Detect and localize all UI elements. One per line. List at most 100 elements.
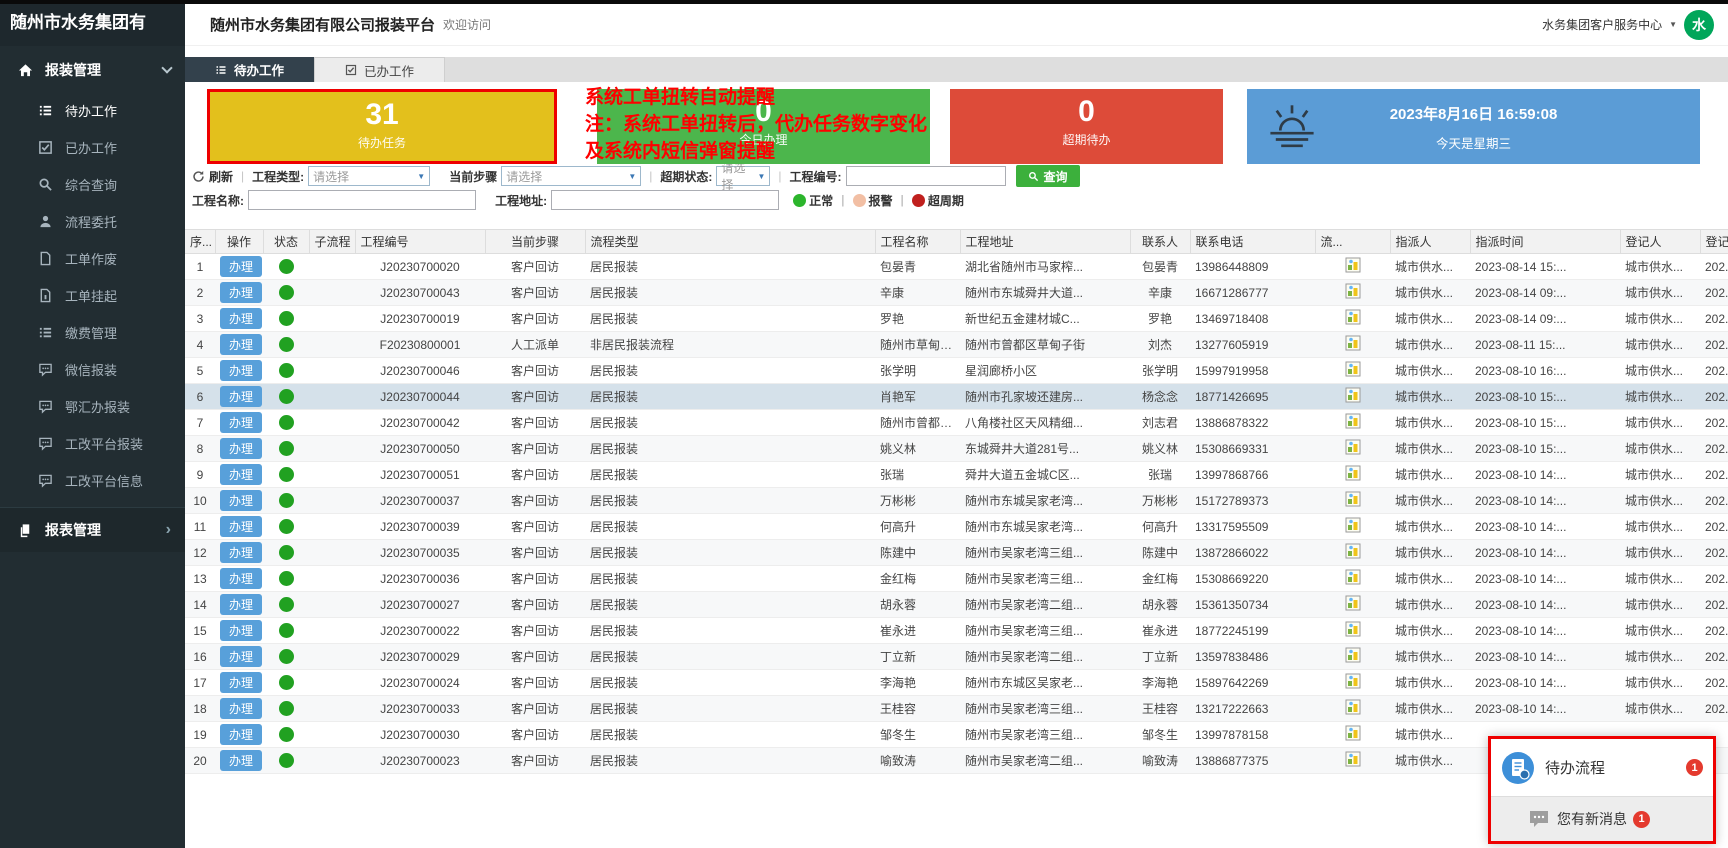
todo-flow-notification[interactable]: 待办流程 1 bbox=[1491, 739, 1713, 796]
user-menu[interactable]: 水务集团客户服务中心 ▼ 水 bbox=[1542, 10, 1728, 40]
refresh-button[interactable]: 刷新 bbox=[192, 168, 233, 185]
flow-chart-icon[interactable] bbox=[1345, 491, 1361, 507]
flow-chart-icon[interactable] bbox=[1345, 413, 1361, 429]
flow-chart-icon[interactable] bbox=[1345, 699, 1361, 715]
avatar[interactable]: 水 bbox=[1684, 10, 1714, 40]
flow-chart-icon[interactable] bbox=[1345, 673, 1361, 689]
flow-chart-icon[interactable] bbox=[1345, 335, 1361, 351]
project-name-input[interactable] bbox=[248, 190, 476, 210]
handle-button[interactable]: 办理 bbox=[220, 438, 262, 459]
table-row[interactable]: 17 办理 J20230700024 客户回访 居民报装 李海艳 随州市东城区吴… bbox=[185, 670, 1728, 696]
col-type[interactable]: 流程类型 bbox=[585, 230, 875, 254]
handle-button[interactable]: 办理 bbox=[220, 542, 262, 563]
flow-chart-icon[interactable] bbox=[1345, 595, 1361, 611]
search-button[interactable]: 查询 bbox=[1016, 165, 1080, 187]
col-registrar[interactable]: 登记人 bbox=[1620, 230, 1700, 254]
sidebar-item-todo-work[interactable]: 待办工作 bbox=[0, 92, 185, 129]
table-row[interactable]: 8 办理 J20230700050 客户回访 居民报装 姚义林 东城舜井大道28… bbox=[185, 436, 1728, 462]
handle-button[interactable]: 办理 bbox=[220, 386, 262, 407]
flow-chart-icon[interactable] bbox=[1345, 439, 1361, 455]
handle-button[interactable]: 办理 bbox=[220, 256, 262, 277]
table-row[interactable]: 14 办理 J20230700027 客户回访 居民报装 胡永蓉 随州市吴家老湾… bbox=[185, 592, 1728, 618]
sidebar-item-void-order[interactable]: 工单作废 bbox=[0, 240, 185, 277]
flow-chart-icon[interactable] bbox=[1345, 569, 1361, 585]
table-row[interactable]: 15 办理 J20230700022 客户回访 居民报装 崔永进 随州市吴家老湾… bbox=[185, 618, 1728, 644]
tab-done-work[interactable]: 已办工作 bbox=[314, 57, 445, 82]
handle-button[interactable]: 办理 bbox=[220, 490, 262, 511]
table-row[interactable]: 1 办理 J20230700020 客户回访 居民报装 包晏青 湖北省随州市马家… bbox=[185, 254, 1728, 280]
handle-button[interactable]: 办理 bbox=[220, 360, 262, 381]
table-row[interactable]: 5 办理 J20230700046 客户回访 居民报装 张学明 星润廊桥小区 张… bbox=[185, 358, 1728, 384]
handle-button[interactable]: 办理 bbox=[220, 412, 262, 433]
sidebar-item-payment[interactable]: 缴费管理 bbox=[0, 314, 185, 351]
flow-chart-icon[interactable] bbox=[1345, 621, 1361, 637]
sidebar-item-delegate[interactable]: 流程委托 bbox=[0, 203, 185, 240]
handle-button[interactable]: 办理 bbox=[220, 334, 262, 355]
col-status[interactable]: 状态 bbox=[263, 230, 309, 254]
project-code-input[interactable] bbox=[846, 166, 1006, 186]
table-row[interactable]: 9 办理 J20230700051 客户回访 居民报装 张瑞 舜井大道五金城C区… bbox=[185, 462, 1728, 488]
sidebar-item-query[interactable]: 综合查询 bbox=[0, 166, 185, 203]
current-step-select[interactable]: 请选择 ▼ bbox=[501, 166, 641, 186]
project-address-input[interactable] bbox=[551, 190, 779, 210]
handle-button[interactable]: 办理 bbox=[220, 672, 262, 693]
col-subflow[interactable]: 子流程 bbox=[309, 230, 355, 254]
handle-button[interactable]: 办理 bbox=[220, 282, 262, 303]
flow-chart-icon[interactable] bbox=[1345, 751, 1361, 767]
table-row[interactable]: 6 办理 J20230700044 客户回访 居民报装 肖艳军 随州市孔家坡还建… bbox=[185, 384, 1728, 410]
handle-button[interactable]: 办理 bbox=[220, 464, 262, 485]
handle-button[interactable]: 办理 bbox=[220, 516, 262, 537]
flow-chart-icon[interactable] bbox=[1345, 465, 1361, 481]
handle-button[interactable]: 办理 bbox=[220, 724, 262, 745]
flow-chart-icon[interactable] bbox=[1345, 361, 1361, 377]
col-step[interactable]: 当前步骤 bbox=[485, 230, 585, 254]
table-row[interactable]: 11 办理 J20230700039 客户回访 居民报装 何高升 随州市东城吴家… bbox=[185, 514, 1728, 540]
new-message-notification[interactable]: 您有新消息 1 bbox=[1491, 796, 1713, 841]
col-assignee[interactable]: 指派人 bbox=[1390, 230, 1470, 254]
sidebar-item-done-work[interactable]: 已办工作 bbox=[0, 129, 185, 166]
col-code[interactable]: 工程编号 bbox=[355, 230, 485, 254]
overdue-status-select[interactable]: 请选择 ▼ bbox=[716, 166, 770, 186]
sidebar-item-gonggai-install[interactable]: 工改平台报装 bbox=[0, 425, 185, 462]
sidebar-item-hang-order[interactable]: 工单挂起 bbox=[0, 277, 185, 314]
flow-chart-icon[interactable] bbox=[1345, 283, 1361, 299]
handle-button[interactable]: 办理 bbox=[220, 620, 262, 641]
flow-chart-icon[interactable] bbox=[1345, 309, 1361, 325]
project-type-select[interactable]: 请选择 ▼ bbox=[308, 166, 430, 186]
overdue-card[interactable]: 0 超期待办 bbox=[950, 89, 1223, 164]
table-row[interactable]: 2 办理 J20230700043 客户回访 居民报装 辛康 随州市东城舜井大道… bbox=[185, 280, 1728, 306]
handle-button[interactable]: 办理 bbox=[220, 568, 262, 589]
sidebar-item-ehuiban[interactable]: 鄂汇办报装 bbox=[0, 388, 185, 425]
sidebar-item-gonggai-info[interactable]: 工改平台信息 bbox=[0, 462, 185, 499]
table-row[interactable]: 13 办理 J20230700036 客户回访 居民报装 金红梅 随州市吴家老湾… bbox=[185, 566, 1728, 592]
col-assign-time[interactable]: 指派时间 bbox=[1470, 230, 1620, 254]
handle-button[interactable]: 办理 bbox=[220, 750, 262, 771]
handle-button[interactable]: 办理 bbox=[220, 594, 262, 615]
sidebar-item-wechat[interactable]: 微信报装 bbox=[0, 351, 185, 388]
tab-todo-work[interactable]: 待办工作 bbox=[185, 57, 314, 82]
handle-button[interactable]: 办理 bbox=[220, 646, 262, 667]
flow-chart-icon[interactable] bbox=[1345, 725, 1361, 741]
col-reg-time[interactable]: 登记时 bbox=[1700, 230, 1728, 254]
table-row[interactable]: 10 办理 J20230700037 客户回访 居民报装 万彬彬 随州市东城吴家… bbox=[185, 488, 1728, 514]
flow-chart-icon[interactable] bbox=[1345, 543, 1361, 559]
today-card[interactable]: 0 今日办理 bbox=[597, 89, 930, 164]
table-row[interactable]: 4 办理 F20230800001 人工派单 非居民报装流程 随州市草甸子...… bbox=[185, 332, 1728, 358]
flow-chart-icon[interactable] bbox=[1345, 517, 1361, 533]
col-address[interactable]: 工程地址 bbox=[960, 230, 1130, 254]
col-index[interactable]: 序... bbox=[185, 230, 215, 254]
sidebar-section-installation[interactable]: 报装管理 bbox=[0, 46, 185, 92]
flow-chart-icon[interactable] bbox=[1345, 387, 1361, 403]
sidebar-section-reports[interactable]: 报表管理 › bbox=[0, 507, 185, 552]
table-row[interactable]: 16 办理 J20230700029 客户回访 居民报装 丁立新 随州市吴家老湾… bbox=[185, 644, 1728, 670]
table-row[interactable]: 12 办理 J20230700035 客户回访 居民报装 陈建中 随州市吴家老湾… bbox=[185, 540, 1728, 566]
handle-button[interactable]: 办理 bbox=[220, 308, 262, 329]
col-contact[interactable]: 联系人 bbox=[1130, 230, 1190, 254]
handle-button[interactable]: 办理 bbox=[220, 698, 262, 719]
col-phone[interactable]: 联系电话 bbox=[1190, 230, 1315, 254]
table-row[interactable]: 7 办理 J20230700042 客户回访 居民报装 随州市曾都区... 八角… bbox=[185, 410, 1728, 436]
col-name[interactable]: 工程名称 bbox=[875, 230, 960, 254]
flow-chart-icon[interactable] bbox=[1345, 647, 1361, 663]
col-action[interactable]: 操作 bbox=[215, 230, 263, 254]
table-row[interactable]: 18 办理 J20230700033 客户回访 居民报装 王桂容 随州市吴家老湾… bbox=[185, 696, 1728, 722]
